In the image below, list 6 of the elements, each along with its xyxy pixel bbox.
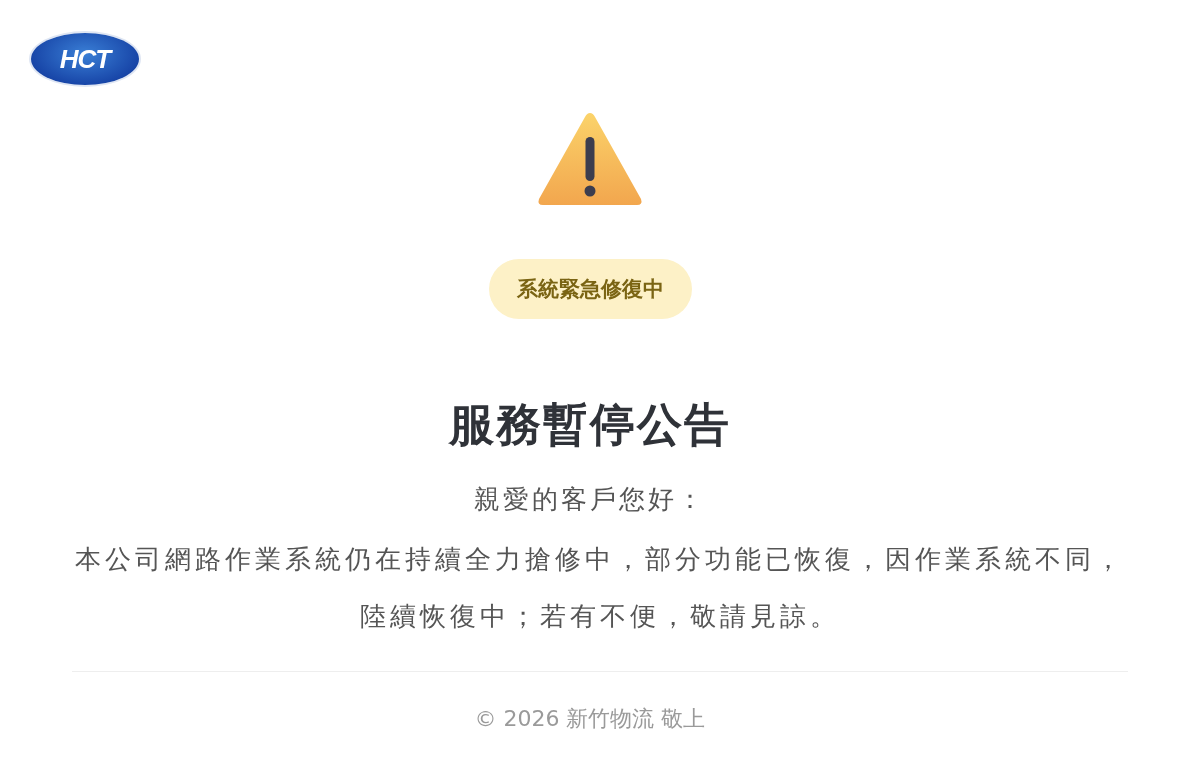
footer-text: © 2026 新竹物流 敬上 — [474, 705, 706, 733]
logo: HCT — [31, 33, 139, 85]
notice-title: 服務暫停公告 — [449, 397, 731, 453]
notice-message: 本公司網路作業系統仍在持續全力搶修中，部分功能已恢復，因作業系統不同，陸續恢復中；若有不便，敬請見諒。 — [75, 543, 1125, 633]
status-badge: 系統緊急修復中 — [488, 259, 692, 319]
greeting-text: 親愛的客戶您好： — [474, 483, 706, 516]
